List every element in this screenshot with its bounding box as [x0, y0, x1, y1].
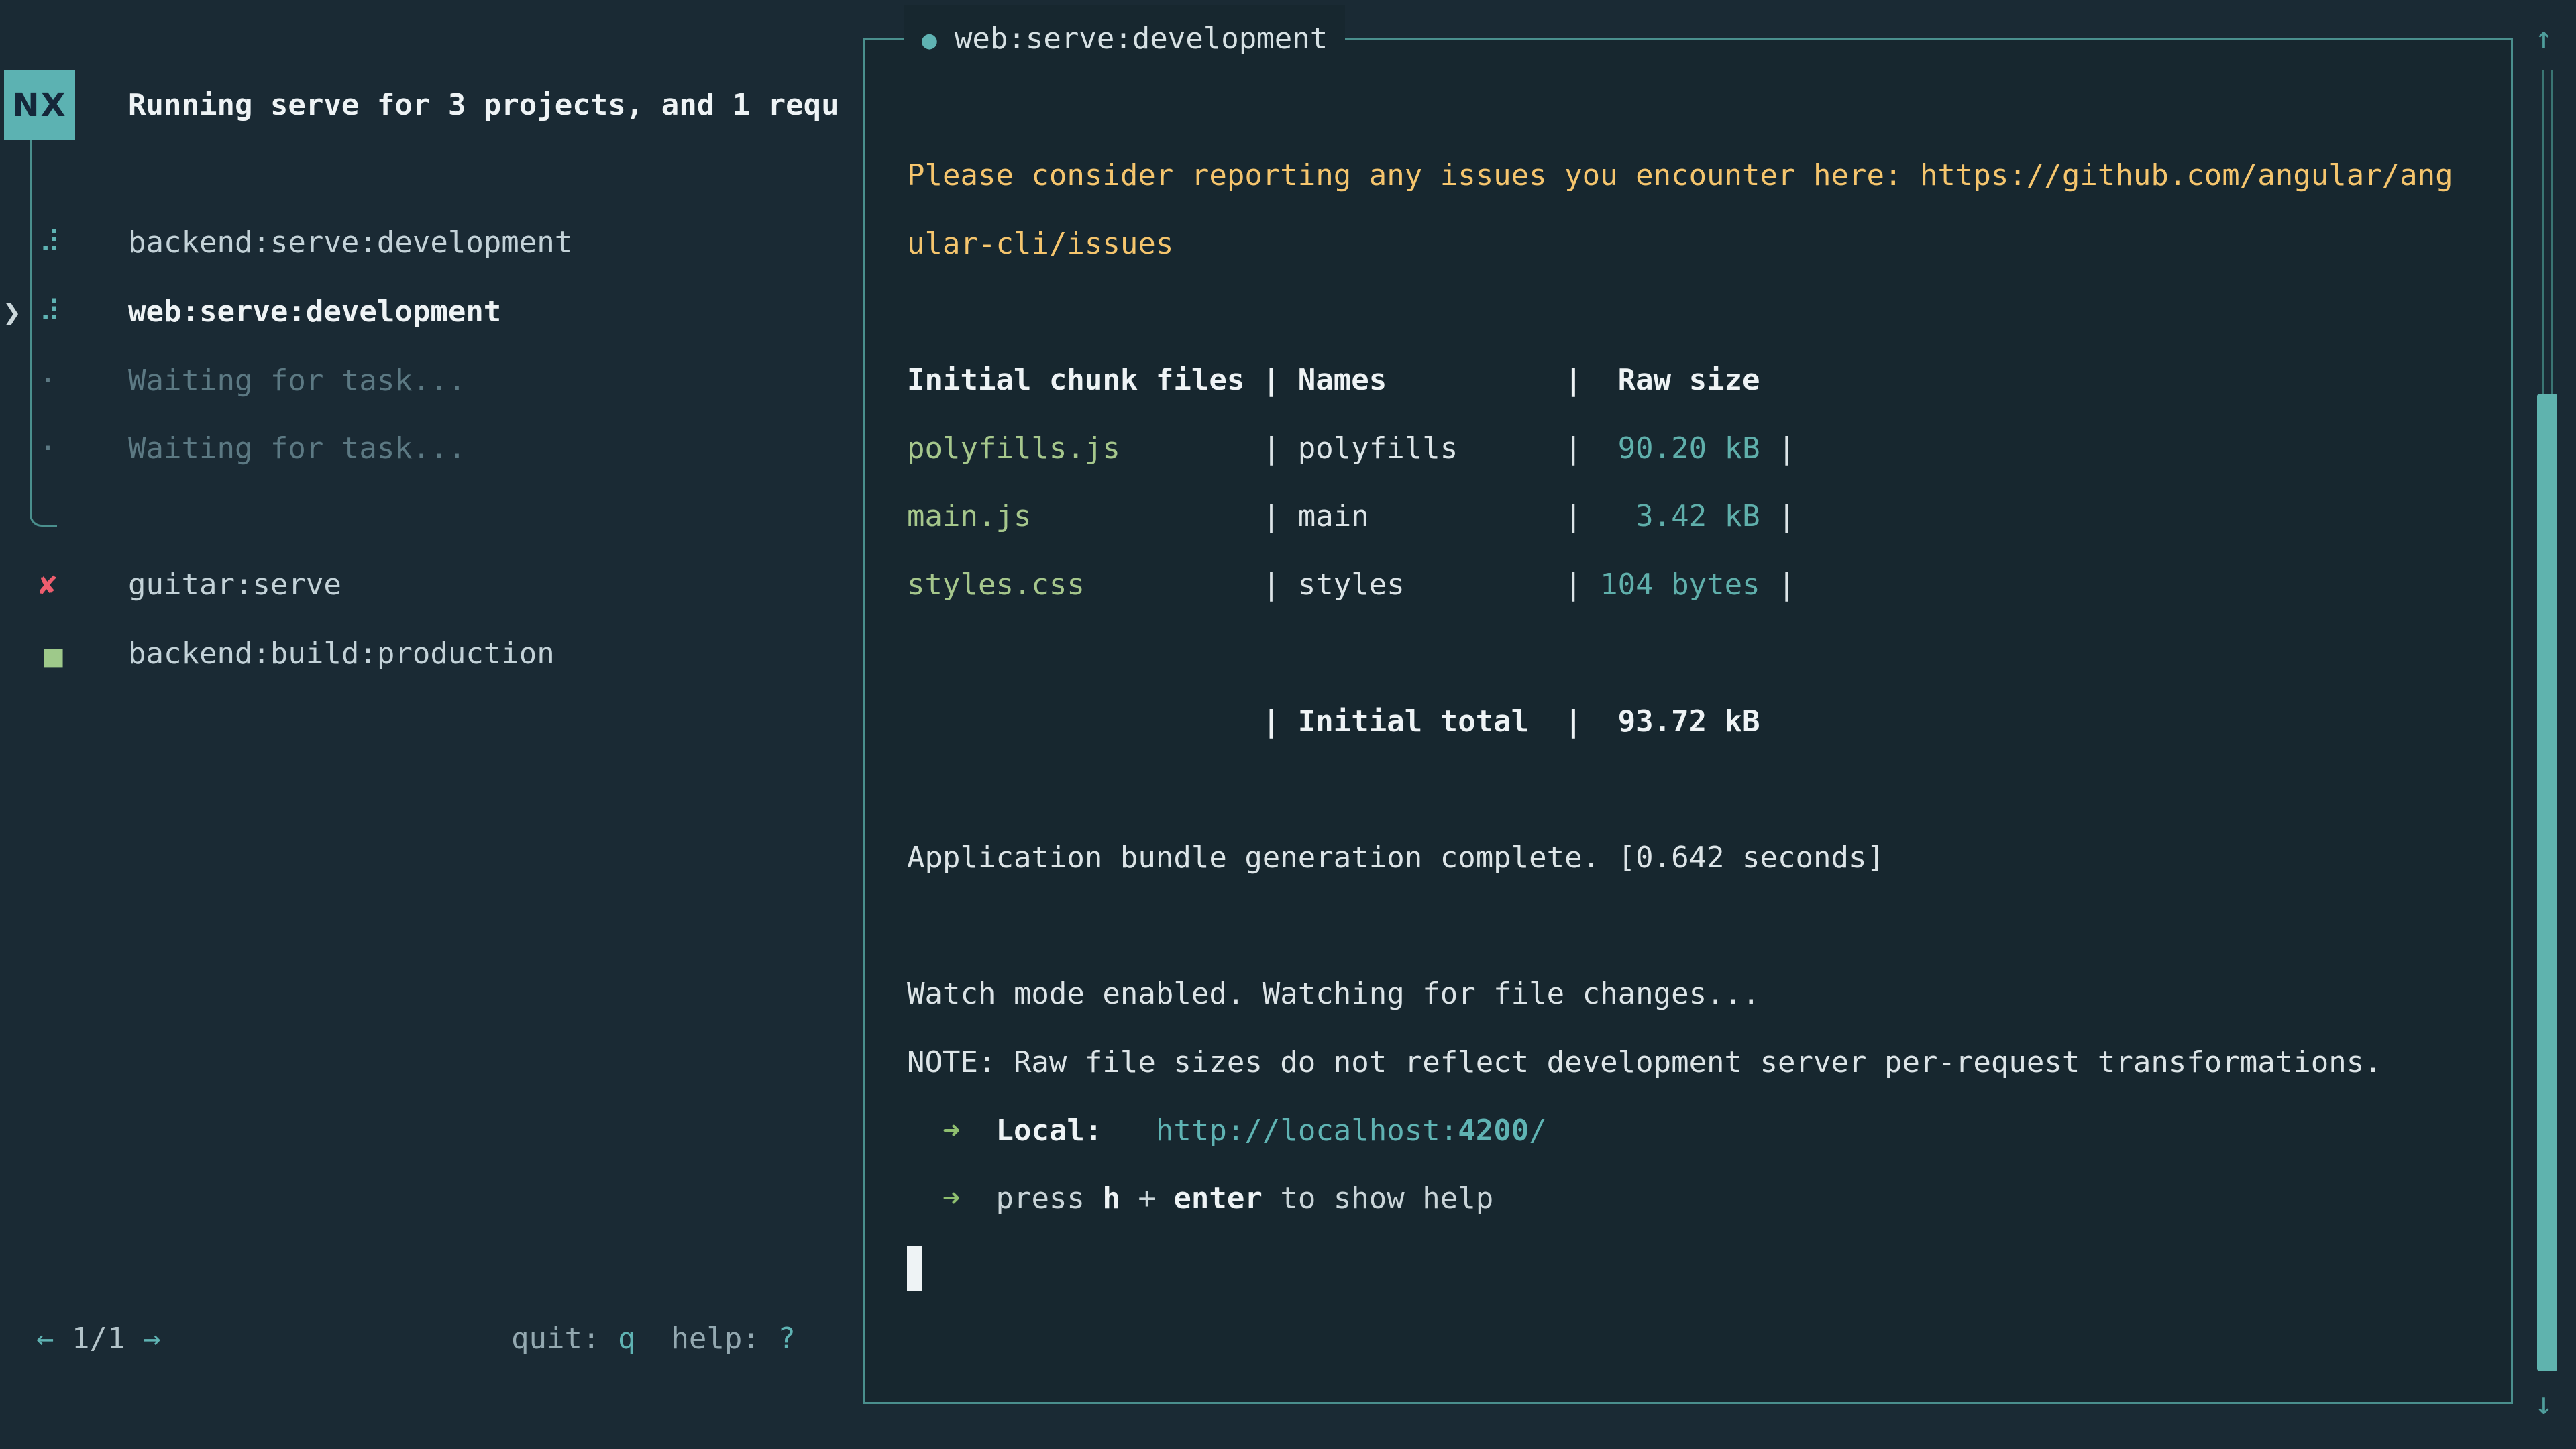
table-separator: |	[1405, 568, 1582, 602]
local-label: Local:	[996, 1114, 1102, 1148]
localhost-url[interactable]: /	[1529, 1114, 1547, 1148]
waiting-dot-icon: ·	[39, 415, 57, 483]
pagination: ← 1/1 →	[36, 1305, 160, 1373]
panel-title-text: web:serve:development	[955, 21, 1328, 56]
initial-total-row: | Initial total | 93.72 kB	[907, 688, 2484, 756]
chunk-name: main	[1298, 499, 1369, 533]
page-indicator: 1/1	[54, 1322, 143, 1356]
issues-notice-line1: Please consider reporting any issues you…	[907, 142, 2484, 210]
gap	[960, 1181, 996, 1216]
chunk-file: styles.css	[907, 568, 1085, 602]
chunk-size: 104 bytes	[1582, 568, 1760, 602]
table-separator: |	[1085, 568, 1298, 602]
page-prev-arrow-icon[interactable]: ←	[36, 1322, 54, 1356]
issues-notice-line2: ular-cli/issues	[907, 210, 2484, 278]
h-key: h	[1102, 1181, 1120, 1216]
chunk-size: 3.42 kB	[1582, 499, 1760, 533]
sidebar-status-bar: ← 1/1 → quit: q help: ?	[0, 1305, 863, 1373]
quit-key: q	[618, 1322, 636, 1356]
blank-line	[907, 278, 2484, 346]
chunk-table-row: polyfills.js | polyfills | 90.20 kB |	[907, 415, 2484, 483]
blank-line	[907, 755, 2484, 824]
task-row-waiting-2[interactable]: · Waiting for task...	[0, 415, 863, 483]
table-separator: |	[1369, 499, 1582, 533]
note-line: NOTE: Raw file sizes do not reflect deve…	[907, 1028, 2484, 1097]
table-separator: |	[1031, 499, 1297, 533]
scroll-up-arrow-icon[interactable]: ↑	[2520, 4, 2568, 71]
success-square-icon: ▪	[39, 620, 68, 688]
blank-line	[907, 619, 2484, 688]
task-label: guitar:serve	[128, 551, 341, 619]
waiting-dot-icon: ·	[39, 347, 57, 415]
localhost-url[interactable]: http://localhost:	[1156, 1114, 1458, 1148]
chunk-name: polyfills	[1298, 431, 1458, 466]
chunk-size: 90.20 kB	[1582, 431, 1760, 466]
local-url-line: ➜ Local: http://localhost:4200/	[907, 1097, 2484, 1165]
terminal-cursor	[907, 1246, 922, 1291]
table-separator: |	[1760, 499, 1796, 533]
chunk-table-header: Initial chunk files | Names | Raw size	[907, 346, 2484, 415]
enter-key: enter	[1173, 1181, 1262, 1216]
help-hint-label: help:	[671, 1322, 777, 1356]
task-row-web-serve-selected[interactable]: ❯ ⠼ web:serve:development	[0, 278, 863, 346]
task-label: Waiting for task...	[128, 347, 466, 415]
table-separator: |	[1120, 431, 1298, 466]
task-label: web:serve:development	[128, 278, 501, 346]
table-separator: |	[1760, 431, 1796, 466]
chunk-table-row: main.js | main | 3.42 kB |	[907, 482, 2484, 551]
page-next-arrow-icon[interactable]: →	[143, 1322, 161, 1356]
localhost-port[interactable]: 4200	[1458, 1114, 1529, 1148]
blank-line	[907, 892, 2484, 961]
panel-title: ● web:serve:development	[904, 5, 1345, 73]
gap	[1102, 1114, 1155, 1148]
terminal-output: Please consider reporting any issues you…	[907, 142, 2484, 1301]
task-row-backend-serve[interactable]: ⠼ backend:serve:development	[0, 209, 863, 277]
task-output-panel: ●web:serve:development Please consider r…	[863, 38, 2513, 1404]
chunk-file: main.js	[907, 499, 1031, 533]
task-row-waiting-1[interactable]: · Waiting for task...	[0, 347, 863, 415]
arrow-icon: ➜	[943, 1114, 961, 1148]
task-label: backend:serve:development	[128, 209, 572, 277]
task-sidebar: NX Running serve for 3 projects, and 1 r…	[0, 0, 863, 1449]
spinner-icon: ⠼	[39, 278, 60, 346]
nx-logo: NX	[4, 70, 75, 140]
cursor-line	[907, 1233, 2484, 1301]
indent	[907, 1181, 943, 1216]
hint-text: press	[996, 1181, 1102, 1216]
scrollbar-thumb[interactable]	[2537, 394, 2557, 1371]
quit-hint-label: quit:	[511, 1322, 618, 1356]
status-dot-icon: ●	[922, 25, 937, 54]
help-key: ?	[777, 1322, 796, 1356]
keyboard-hints: quit: q help: ?	[511, 1305, 796, 1373]
nx-tui-window: NX Running serve for 3 projects, and 1 r…	[0, 0, 2576, 1449]
spinner-icon: ⠼	[39, 209, 60, 277]
indent	[907, 1114, 943, 1148]
table-separator: |	[1760, 568, 1796, 602]
bundle-complete-line: Application bundle generation complete. …	[907, 824, 2484, 892]
hint-text: +	[1120, 1181, 1173, 1216]
task-label: Waiting for task...	[128, 415, 466, 483]
task-row-backend-build[interactable]: ▪ backend:build:production	[0, 620, 863, 688]
chunk-table-row: styles.css | styles | 104 bytes |	[907, 551, 2484, 619]
task-label: backend:build:production	[128, 620, 555, 688]
chunk-file: polyfills.js	[907, 431, 1120, 466]
scroll-down-arrow-icon[interactable]: ↓	[2520, 1370, 2568, 1437]
table-separator: |	[1458, 431, 1582, 466]
task-row-guitar-serve[interactable]: ✘ guitar:serve	[0, 551, 863, 619]
sidebar-title: Running serve for 3 projects, and 1 requ	[128, 70, 839, 140]
arrow-icon: ➜	[943, 1181, 961, 1216]
watch-mode-line: Watch mode enabled. Watching for file ch…	[907, 960, 2484, 1028]
help-hint-line: ➜ press h + enter to show help	[907, 1165, 2484, 1233]
selected-chevron-icon: ❯	[3, 278, 21, 346]
gap	[960, 1114, 996, 1148]
error-x-icon: ✘	[39, 551, 57, 619]
hint-text: to show help	[1263, 1181, 1493, 1216]
hint-gap	[635, 1322, 671, 1356]
chunk-name: styles	[1298, 568, 1405, 602]
